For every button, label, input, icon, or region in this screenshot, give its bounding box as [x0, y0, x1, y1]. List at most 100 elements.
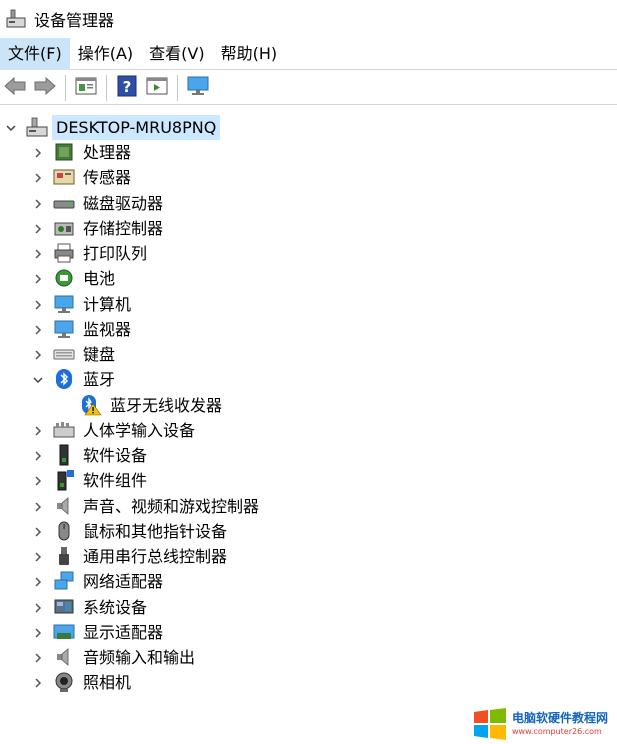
- chevron-right-icon[interactable]: [32, 273, 44, 285]
- speaker-icon: [53, 495, 75, 517]
- tree-item-label: 软件组件: [83, 471, 148, 491]
- bluetooth-warning-icon: [80, 394, 102, 416]
- chevron-right-icon[interactable]: [32, 551, 44, 563]
- watermark-name: 电脑软硬件教程网: [512, 710, 609, 725]
- tree-item[interactable]: 系统设备: [0, 595, 617, 620]
- tree-item[interactable]: 监视器: [0, 317, 617, 342]
- tree-item-label: 键盘: [83, 345, 116, 365]
- chevron-right-icon[interactable]: [32, 349, 44, 361]
- processor-icon: [53, 141, 75, 163]
- device-manager-icon: [6, 9, 26, 29]
- tree-item[interactable]: 显示适配器: [0, 620, 617, 645]
- tree-item[interactable]: 通用串行总线控制器: [0, 544, 617, 569]
- tree-item-label: 通用串行总线控制器: [83, 547, 228, 567]
- chevron-right-icon[interactable]: [32, 425, 44, 437]
- chevron-down-icon[interactable]: [32, 374, 44, 386]
- tree-item[interactable]: 键盘: [0, 342, 617, 367]
- chevron-right-icon[interactable]: [32, 501, 44, 513]
- scan-hardware-button[interactable]: [183, 73, 213, 103]
- run-icon: [146, 76, 168, 100]
- tree-item-label: 打印队列: [83, 244, 148, 264]
- menu-file[interactable]: 文件(F): [0, 37, 70, 70]
- software-component-icon: [53, 469, 75, 491]
- tree-item-label: 蓝牙无线收发器: [110, 395, 223, 415]
- tree-item-label: 电池: [83, 269, 116, 289]
- chevron-right-icon[interactable]: [32, 248, 44, 260]
- svg-text:?: ?: [123, 78, 132, 96]
- tree-item-label: 处理器: [83, 143, 132, 163]
- tree-item[interactable]: 处理器: [0, 140, 617, 165]
- tree-item-label: 蓝牙: [83, 370, 116, 390]
- chevron-right-icon[interactable]: [32, 576, 44, 588]
- tree-item[interactable]: 软件设备: [0, 443, 617, 468]
- sensor-icon: [53, 166, 75, 188]
- tree-item[interactable]: 计算机: [0, 292, 617, 317]
- hid-icon: [53, 419, 75, 441]
- tree-item[interactable]: 蓝牙: [0, 367, 617, 392]
- tree-item-label: 网络适配器: [83, 572, 164, 592]
- properties-button[interactable]: [71, 73, 101, 103]
- root-label: DESKTOP-MRU8PNQ: [52, 115, 221, 140]
- help-icon: ?: [117, 75, 137, 101]
- chevron-right-icon[interactable]: [32, 299, 44, 311]
- computer-tower-icon: [26, 116, 48, 138]
- chevron-right-icon[interactable]: [32, 147, 44, 159]
- chevron-right-icon[interactable]: [32, 652, 44, 664]
- forward-button[interactable]: [30, 73, 60, 103]
- storage-controller-icon: [53, 217, 75, 239]
- tree-item[interactable]: 网络适配器: [0, 569, 617, 594]
- tree-item[interactable]: 声音、视频和游戏控制器: [0, 494, 617, 519]
- tree-item[interactable]: 音频输入和输出: [0, 645, 617, 670]
- chevron-right-icon[interactable]: [32, 526, 44, 538]
- tree-root[interactable]: DESKTOP-MRU8PNQ: [0, 115, 617, 140]
- run-button[interactable]: [142, 73, 172, 103]
- audio-icon: [53, 646, 75, 668]
- toolbar-separator: [106, 74, 107, 101]
- back-button[interactable]: [0, 73, 30, 103]
- chevron-down-icon[interactable]: [5, 122, 17, 134]
- tree-item-label: 计算机: [83, 294, 132, 314]
- tree-item-label: 人体学输入设备: [83, 420, 196, 440]
- tree-item[interactable]: 传感器: [0, 165, 617, 190]
- printer-icon: [53, 242, 75, 264]
- tree-item[interactable]: 鼠标和其他指针设备: [0, 519, 617, 544]
- menu-view[interactable]: 查看(V): [141, 38, 212, 70]
- chevron-right-icon[interactable]: [32, 198, 44, 210]
- usb-icon: [53, 545, 75, 567]
- toolbar-separator: [65, 74, 66, 101]
- chevron-right-icon[interactable]: [32, 602, 44, 614]
- tree-item[interactable]: 软件组件: [0, 468, 617, 493]
- watermark-url: www.computer26.com: [512, 726, 602, 736]
- tree-item[interactable]: 打印队列: [0, 241, 617, 266]
- toolbar-separator: [177, 74, 178, 101]
- tree-item[interactable]: 存储控制器: [0, 216, 617, 241]
- tree-item[interactable]: 照相机: [0, 670, 617, 695]
- mouse-icon: [53, 520, 75, 542]
- tree-item-label: 鼠标和其他指针设备: [83, 521, 228, 541]
- keyboard-icon: [53, 343, 75, 365]
- chevron-right-icon[interactable]: [32, 627, 44, 639]
- system-device-icon: [53, 596, 75, 618]
- menu-bar: 文件(F) 操作(A) 查看(V) 帮助(H): [0, 37, 617, 70]
- software-device-icon: [53, 444, 75, 466]
- chevron-right-icon[interactable]: [32, 223, 44, 235]
- menu-help[interactable]: 帮助(H): [213, 38, 286, 70]
- tree-item-label: 声音、视频和游戏控制器: [83, 496, 260, 516]
- computer-icon: [53, 293, 75, 315]
- tree-item-label: 照相机: [83, 673, 132, 693]
- chevron-right-icon[interactable]: [32, 450, 44, 462]
- tree-item[interactable]: 磁盘驱动器: [0, 191, 617, 216]
- chevron-right-icon[interactable]: [32, 677, 44, 689]
- window-title: 设备管理器: [34, 11, 115, 30]
- menu-action[interactable]: 操作(A): [70, 38, 141, 70]
- help-button[interactable]: ?: [112, 73, 142, 103]
- windows-logo-icon: [472, 706, 508, 742]
- disk-drive-icon: [53, 192, 75, 214]
- tree-item[interactable]: 人体学输入设备: [0, 418, 617, 443]
- chevron-right-icon[interactable]: [32, 324, 44, 336]
- tree-child-item[interactable]: 蓝牙无线收发器: [0, 393, 617, 418]
- chevron-right-icon[interactable]: [32, 475, 44, 487]
- chevron-right-icon[interactable]: [32, 172, 44, 184]
- tree-item[interactable]: 电池: [0, 266, 617, 291]
- monitor-icon: [186, 75, 210, 101]
